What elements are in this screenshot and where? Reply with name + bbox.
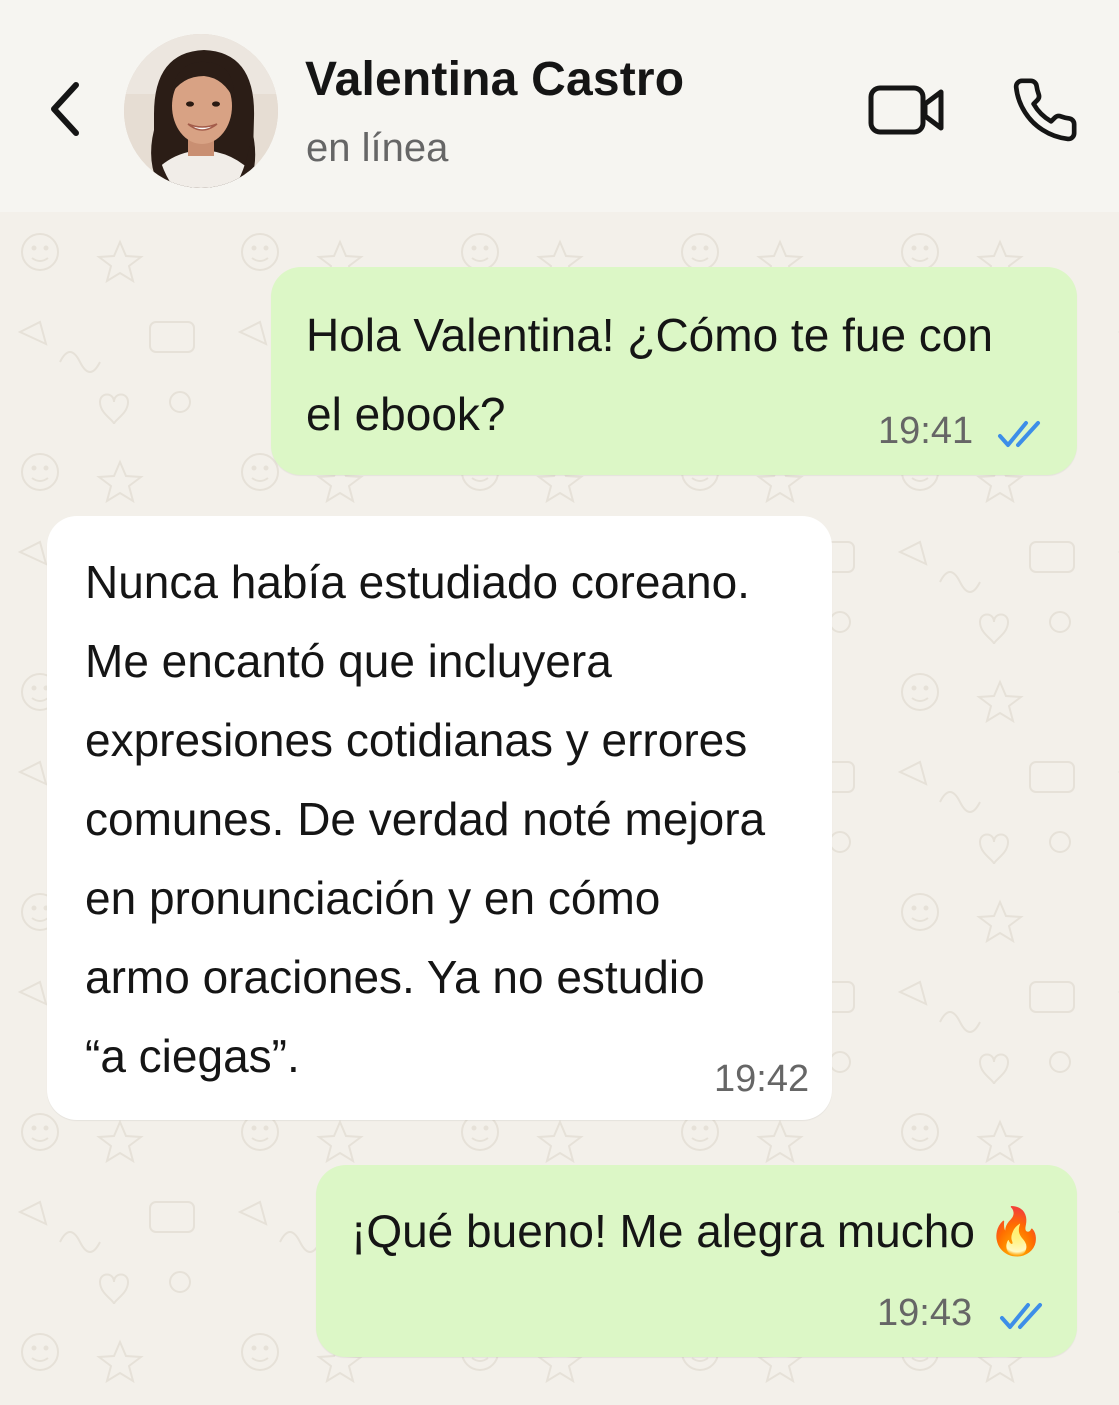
contact-status: en línea <box>306 126 449 170</box>
chat-header: Valentina Castro en línea <box>0 0 1119 212</box>
chevron-left-icon <box>51 82 79 136</box>
message-time: 19:41 <box>878 410 974 452</box>
message-text: Nunca había estudiado coreano. Me encant… <box>85 556 766 1082</box>
phone-icon <box>1013 78 1077 142</box>
double-check-read-icon <box>1000 1303 1042 1329</box>
contact-name[interactable]: Valentina Castro <box>305 52 684 107</box>
video-camera-icon <box>868 85 944 135</box>
message-time: 19:42 <box>714 1058 810 1100</box>
avatar[interactable] <box>124 34 278 188</box>
message-time: 19:43 <box>877 1292 973 1334</box>
chat-area[interactable]: Hola Valentina! ¿Cómo te fue con el eboo… <box>0 212 1119 1405</box>
message-bubble-incoming[interactable]: Nunca había estudiado coreano. Me encant… <box>47 516 832 1120</box>
message-bubble-outgoing[interactable]: Hola Valentina! ¿Cómo te fue con el eboo… <box>271 267 1077 475</box>
message-text-content: ¡Qué bueno! Me alegra mucho <box>351 1205 975 1257</box>
video-call-button[interactable] <box>862 78 952 142</box>
double-check-read-icon <box>998 421 1040 447</box>
message-text: ¡Qué bueno! Me alegra mucho 🔥 <box>351 1192 1071 1271</box>
voice-call-button[interactable] <box>1006 72 1084 148</box>
back-button[interactable] <box>38 76 94 142</box>
contact-photo <box>124 34 278 188</box>
message-bubble-outgoing[interactable]: ¡Qué bueno! Me alegra mucho 🔥 19:43 <box>316 1165 1077 1357</box>
fire-emoji: 🔥 <box>987 1204 1045 1258</box>
